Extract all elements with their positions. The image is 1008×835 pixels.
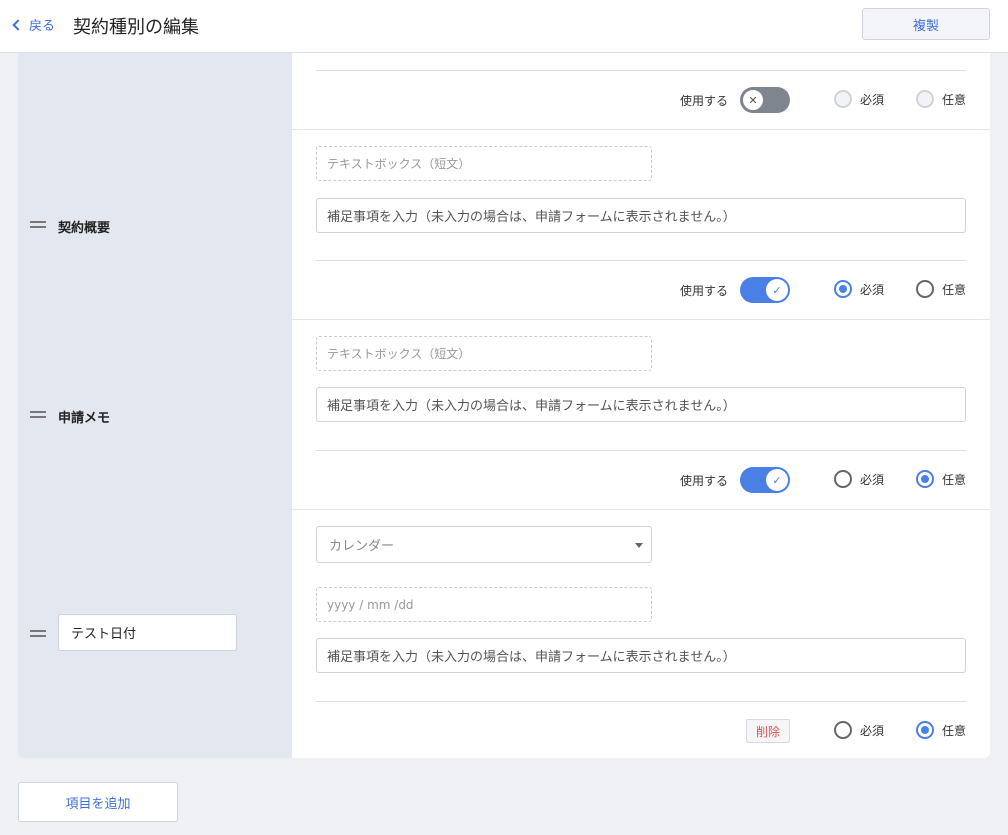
field-controls: 使用する ✓ 必須 任意 [316, 277, 966, 303]
field-label-column: 契約概要 [18, 130, 292, 319]
optional-label: 任意 [942, 472, 967, 487]
use-label: 使用する [680, 474, 729, 488]
use-label: 使用する [680, 94, 729, 108]
required-radio[interactable]: 必須 [834, 90, 884, 108]
chevron-left-icon [12, 19, 24, 31]
note-input[interactable]: 補足事項を入力（未入力の場合は、申請フォームに表示されません。） [316, 198, 966, 233]
field-settings-column: テキストボックス（短文） 補足事項を入力（未入力の場合は、申請フォームに表示され… [292, 130, 990, 319]
delete-button[interactable]: 削除 [746, 719, 790, 743]
optional-radio[interactable]: 任意 [916, 721, 966, 739]
use-toggle[interactable]: ✓ [740, 277, 790, 303]
required-radio[interactable]: 必須 [834, 280, 884, 298]
optional-radio[interactable]: 任意 [916, 470, 966, 488]
close-icon: ✕ [742, 89, 764, 111]
use-toggle[interactable]: ✕ [740, 87, 790, 113]
use-toggle[interactable]: ✓ [740, 467, 790, 493]
drag-handle-icon[interactable] [30, 630, 46, 637]
required-label: 必須 [860, 282, 885, 297]
field-row: 使用する ✕ 必須 任意 [18, 53, 990, 130]
note-input[interactable]: 補足事項を入力（未入力の場合は、申請フォームに表示されません。） [316, 638, 966, 673]
back-link[interactable]: 戻る [12, 15, 56, 34]
field-type-preview: テキストボックス（短文） [316, 146, 652, 181]
date-preview: yyyy / mm /dd [316, 587, 652, 622]
radio-circle [834, 90, 852, 108]
divider [316, 701, 966, 702]
field-controls: 使用する ✓ 必須 任意 [316, 467, 966, 493]
field-type-select[interactable]: カレンダー [316, 526, 652, 563]
field-list-card: 使用する ✕ 必須 任意 契約概要 テキストボックス（短文） 補足事項を入力（未… [18, 53, 990, 758]
field-label: 申請メモ [58, 411, 111, 426]
required-radio[interactable]: 必須 [834, 470, 884, 488]
field-settings-column: カレンダー yyyy / mm /dd 補足事項を入力（未入力の場合は、申請フォ… [292, 510, 990, 758]
optional-radio[interactable]: 任意 [916, 280, 966, 298]
optional-label: 任意 [942, 282, 967, 297]
page-title: 契約種別の編集 [73, 17, 199, 38]
field-row: テスト日付 カレンダー yyyy / mm /dd 補足事項を入力（未入力の場合… [18, 510, 990, 758]
radio-circle [834, 470, 852, 488]
field-row: 契約概要 テキストボックス（短文） 補足事項を入力（未入力の場合は、申請フォーム… [18, 130, 990, 320]
field-label: 契約概要 [58, 221, 111, 236]
radio-circle [916, 280, 934, 298]
check-icon: ✓ [766, 469, 788, 491]
divider [316, 260, 966, 261]
required-label: 必須 [860, 92, 885, 107]
field-name-input[interactable]: テスト日付 [58, 614, 237, 651]
field-settings-column: テキストボックス（短文） 補足事項を入力（未入力の場合は、申請フォームに表示され… [292, 320, 990, 509]
required-label: 必須 [860, 472, 885, 487]
optional-label: 任意 [942, 92, 967, 107]
caret-down-icon [635, 543, 643, 548]
divider [316, 450, 966, 451]
required-label: 必須 [860, 723, 885, 738]
radio-circle [916, 470, 934, 488]
field-type-preview: テキストボックス（短文） [316, 336, 652, 371]
use-label: 使用する [680, 284, 729, 298]
optional-radio[interactable]: 任意 [916, 90, 966, 108]
back-label: 戻る [29, 19, 56, 34]
radio-circle [916, 721, 934, 739]
radio-circle [834, 721, 852, 739]
field-settings-column: 使用する ✕ 必須 任意 [292, 53, 990, 129]
field-label-column: 申請メモ [18, 320, 292, 509]
note-input[interactable]: 補足事項を入力（未入力の場合は、申請フォームに表示されません。） [316, 387, 966, 422]
required-radio[interactable]: 必須 [834, 721, 884, 739]
field-row: 申請メモ テキストボックス（短文） 補足事項を入力（未入力の場合は、申請フォーム… [18, 320, 990, 510]
field-type-select-value: カレンダー [329, 539, 395, 554]
page-header: 戻る 契約種別の編集 複製 [0, 0, 1008, 53]
field-controls: 使用する ✕ 必須 任意 [316, 87, 966, 113]
copy-button[interactable]: 複製 [862, 8, 990, 40]
field-label-column: テスト日付 [18, 510, 292, 758]
add-item-button[interactable]: 項目を追加 [18, 782, 178, 822]
optional-label: 任意 [942, 723, 967, 738]
radio-circle [834, 280, 852, 298]
field-controls: 削除 必須 任意 [316, 718, 966, 744]
check-icon: ✓ [766, 279, 788, 301]
radio-circle [916, 90, 934, 108]
drag-handle-icon[interactable] [30, 411, 46, 418]
field-label-column [18, 53, 292, 129]
divider [316, 70, 966, 71]
drag-handle-icon[interactable] [30, 221, 46, 228]
